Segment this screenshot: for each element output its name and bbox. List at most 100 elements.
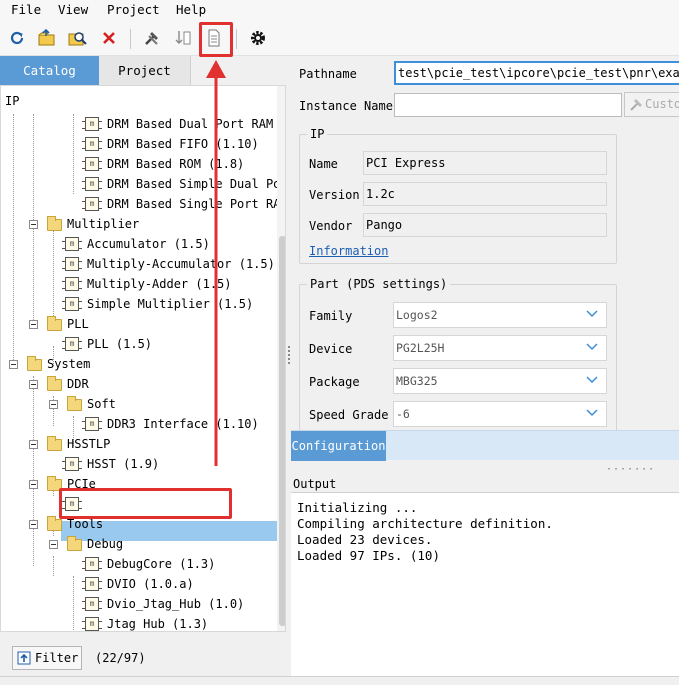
collapse-toggle-icon[interactable]: [49, 540, 58, 549]
tree-item-label: Dvio_Jtag_Hub (1.0): [107, 597, 245, 611]
tree-item-label: PLL (1.5): [87, 337, 153, 351]
tree-scrollbar-thumb[interactable]: [279, 236, 285, 626]
collapse-toggle-icon[interactable]: [29, 440, 38, 449]
ip-core-icon: m: [62, 257, 82, 271]
ip-vendor-label: Vendor: [309, 219, 353, 233]
filter-button[interactable]: Filter: [12, 646, 82, 670]
tab-project[interactable]: Project: [99, 56, 191, 85]
tree-item-label: DRM Based Simple Dual Po: [107, 177, 281, 191]
ip-core-icon: m: [82, 157, 102, 171]
splitter-grip: [288, 350, 290, 352]
folder-icon: [47, 516, 62, 531]
tree-guide-line: [53, 226, 54, 316]
import-icon[interactable]: [171, 26, 195, 50]
ip-catalog-tree[interactable]: IP m DRM Based Dual Port RAM m DRM Based F…: [0, 85, 286, 632]
instance-name-field[interactable]: [394, 93, 622, 117]
search-folder-icon[interactable]: [66, 26, 90, 50]
delete-icon[interactable]: [97, 26, 121, 50]
tree-item-label: DVIO (1.0.a): [107, 577, 194, 591]
tree-guide-line: [13, 114, 14, 366]
tree-guide-line: [33, 376, 34, 566]
folder-icon: [27, 356, 42, 371]
menu-bar: File View Project Help: [0, 0, 679, 20]
package-label: Package: [309, 375, 360, 389]
pathname-field[interactable]: test\pcie_test\ipcore\pcie_test\pnr\exam…: [394, 61, 679, 85]
menu-file[interactable]: File: [11, 2, 41, 17]
device-select[interactable]: PG2L25H: [393, 335, 607, 361]
filter-button-label: Filter: [35, 651, 79, 665]
menu-help[interactable]: Help: [176, 2, 206, 17]
tree-item-label: Jtag Hub (1.3): [107, 617, 209, 631]
folder-icon: [67, 536, 82, 551]
annotation-highlight-pci-express: [59, 488, 232, 519]
package-select[interactable]: MBG325: [393, 368, 607, 394]
collapse-toggle-icon[interactable]: [29, 480, 38, 489]
toolbar-separator: [236, 29, 237, 49]
toolbar: [0, 20, 679, 56]
ip-core-icon: m: [82, 137, 102, 151]
open-folder-icon[interactable]: [35, 26, 59, 50]
collapse-toggle-icon[interactable]: [9, 360, 18, 369]
folder-icon: [47, 216, 62, 231]
ip-core-icon: m: [82, 417, 102, 431]
tree-guide-line: [73, 576, 74, 631]
tree-item-label: System: [47, 357, 91, 371]
ip-core-icon: m: [82, 597, 102, 611]
chevron-down-icon: [586, 409, 598, 417]
collapse-toggle-icon[interactable]: [29, 380, 38, 389]
ip-version-label: Version: [309, 188, 360, 202]
splitter-grip: [288, 354, 290, 356]
ip-core-icon: m: [82, 557, 102, 571]
annotation-arrow-icon: [206, 60, 226, 466]
tab-catalog[interactable]: Catalog: [0, 56, 99, 85]
tree-item-label: Soft: [87, 397, 116, 411]
collapse-toggle-icon[interactable]: [49, 400, 58, 409]
resize-handle[interactable]: ·······: [606, 464, 655, 475]
ip-name-value: PCI Express: [363, 151, 607, 175]
tree-item-label: DRM Based FIFO (1.10): [107, 137, 259, 151]
tab-configuration[interactable]: Configuration: [291, 431, 386, 461]
menu-view[interactable]: View: [58, 2, 88, 17]
family-select[interactable]: Logos2: [393, 302, 607, 328]
chevron-down-icon: [586, 343, 598, 351]
ip-core-icon: m: [82, 117, 102, 131]
ip-core-icon: m: [62, 297, 82, 311]
menu-project[interactable]: Project: [107, 2, 160, 17]
family-select-value: Logos2: [396, 308, 438, 322]
tree-guide-line: [53, 556, 54, 576]
left-panel: Catalog Project IP m DRM Based Dual Port …: [0, 56, 289, 685]
refresh-icon[interactable]: [5, 26, 29, 50]
ip-name-label: Name: [309, 157, 338, 171]
instance-name-label: Instance Name: [299, 99, 393, 113]
ip-core-icon: m: [62, 277, 82, 291]
tree-item-label: PLL: [67, 317, 89, 331]
folder-icon: [67, 396, 82, 411]
filter-count: (22/97): [95, 651, 146, 665]
settings-gear-icon[interactable]: [246, 26, 270, 50]
tree-item-label: HSSTLP: [67, 437, 111, 451]
tree-scrollbar[interactable]: [277, 86, 285, 631]
collapse-toggle-icon[interactable]: [29, 220, 38, 229]
ip-version-value: 1.2c: [363, 182, 607, 206]
tree-item-label: DebugCore (1.3): [107, 557, 216, 571]
customize-button[interactable]: Custo: [624, 92, 679, 117]
splitter-grip: [288, 362, 290, 364]
configuration-tab-bar: Configuration: [291, 430, 679, 461]
information-link[interactable]: Information: [309, 244, 388, 258]
pathname-label: Pathname: [299, 67, 357, 81]
status-bar: [0, 676, 679, 685]
part-group-title: Part (PDS settings): [307, 277, 451, 291]
tree-item-label: DRM Based Dual Port RAM: [107, 117, 274, 131]
tree-item-label: DRM Based Single Port RAM: [107, 197, 286, 211]
folder-icon: [47, 436, 62, 451]
output-line: Initializing ...: [297, 500, 418, 515]
collapse-toggle-icon[interactable]: [29, 520, 38, 529]
collapse-toggle-icon[interactable]: [29, 320, 38, 329]
ip-vendor-value: Pango: [363, 213, 607, 237]
ip-core-icon: m: [82, 197, 102, 211]
splitter-grip: [288, 358, 290, 360]
ip-core-icon: m: [82, 617, 102, 631]
chevron-down-icon: [586, 310, 598, 318]
speed-grade-select[interactable]: -6: [393, 401, 607, 427]
build-tools-icon[interactable]: [140, 26, 164, 50]
